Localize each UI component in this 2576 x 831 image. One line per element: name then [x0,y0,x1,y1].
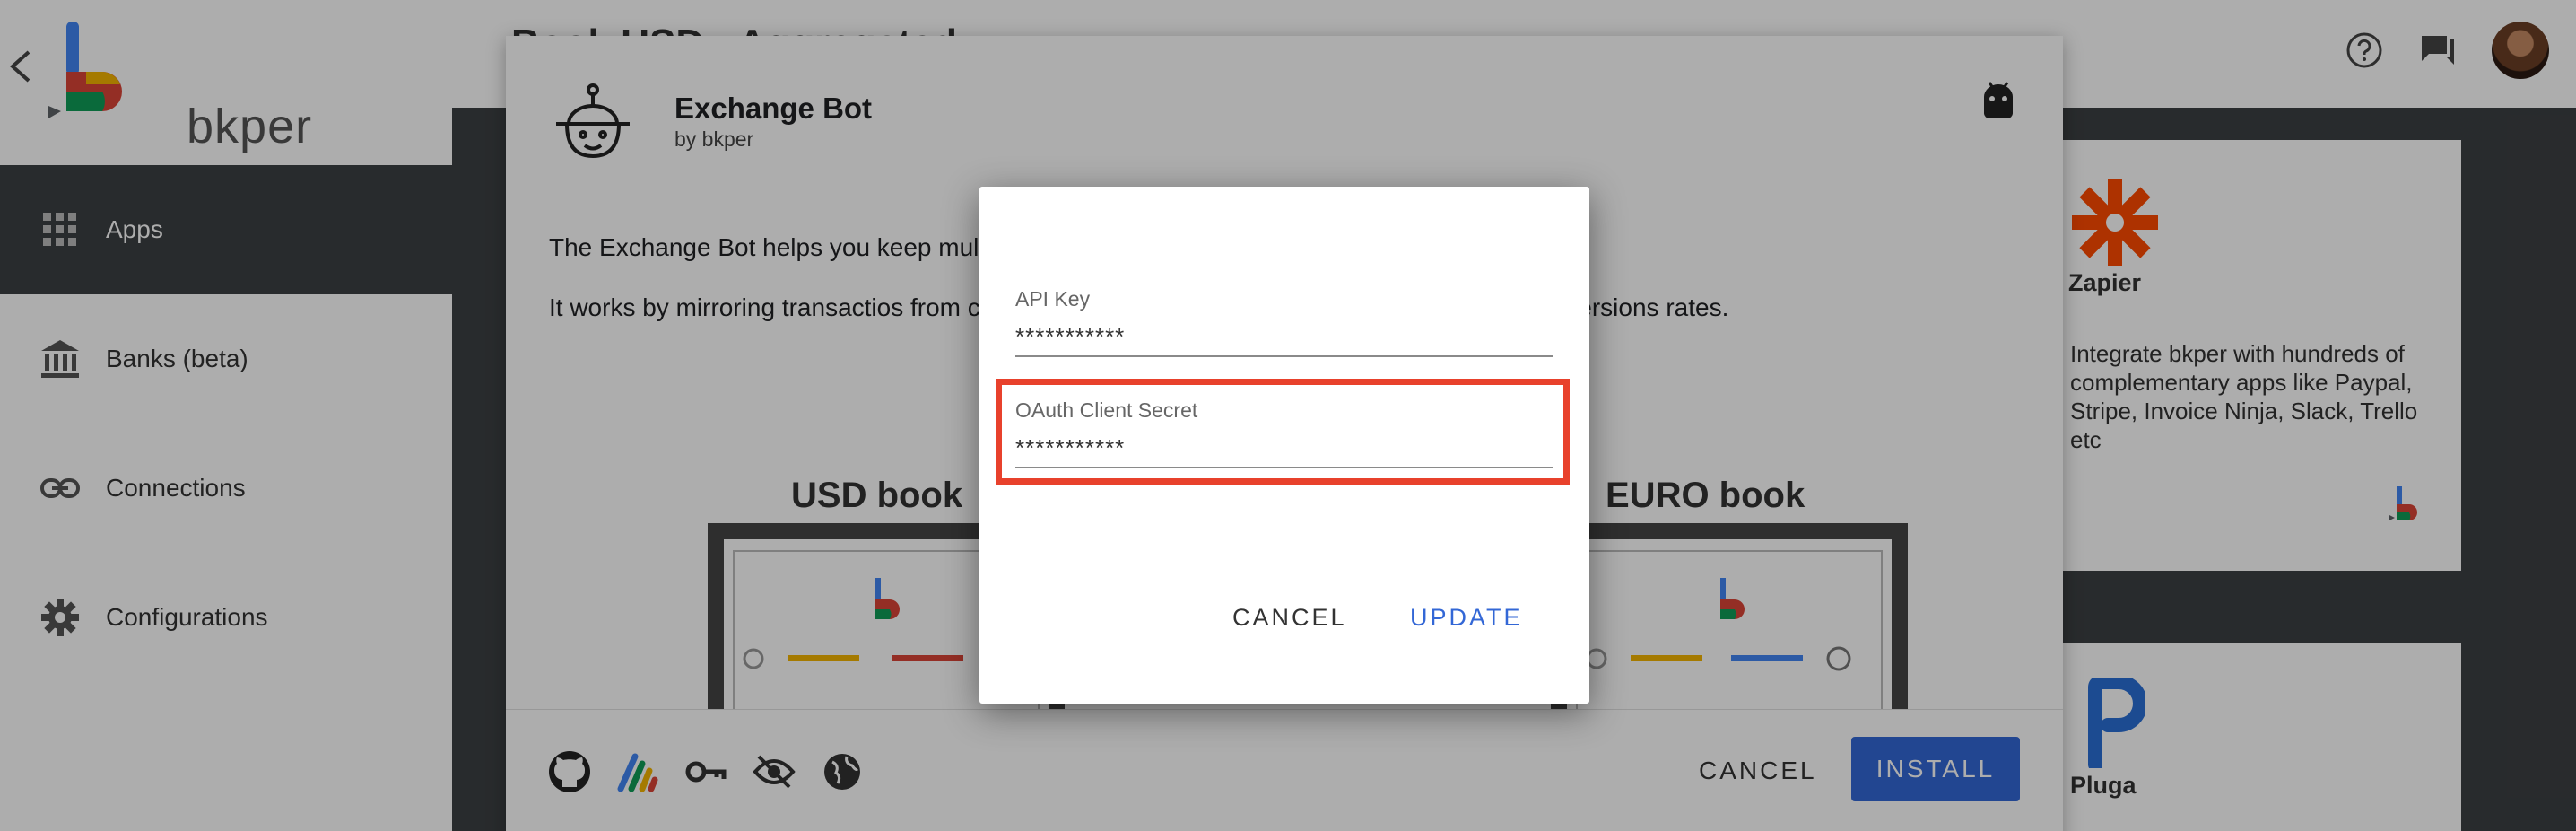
api-key-input[interactable] [1015,318,1553,357]
oauth-client-secret-input[interactable] [1015,429,1553,468]
api-key-label: API Key [1015,287,1091,311]
dialog-update-button[interactable]: UPDATE [1399,594,1534,641]
oauth-client-secret-field: OAuth Client Secret [1015,398,1553,474]
dialog-cancel-button[interactable]: CANCEL [1222,594,1358,641]
api-key-field: API Key [1015,287,1553,363]
oauth-client-secret-label: OAuth Client Secret [1015,398,1198,422]
credentials-dialog: API Key OAuth Client Secret CANCEL UPDAT… [979,187,1589,704]
